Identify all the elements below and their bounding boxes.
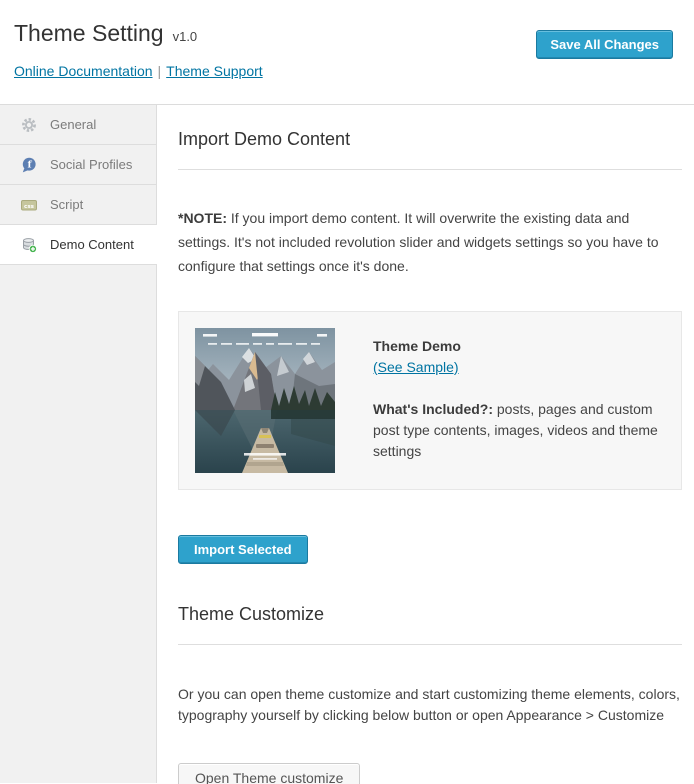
open-theme-customize-button[interactable]: Open Theme customize xyxy=(178,763,360,784)
see-sample-link[interactable]: (See Sample) xyxy=(373,359,459,375)
import-demo-content-heading: Import Demo Content xyxy=(178,129,682,150)
theme-support-link[interactable]: Theme Support xyxy=(166,63,263,79)
theme-demo-panel: Theme Demo (See Sample) What's Included?… xyxy=(178,311,682,490)
sidebar-item-script[interactable]: css Script xyxy=(0,185,156,225)
page-header: Theme Setting v1.0 Save All Changes Onli… xyxy=(0,0,694,105)
sidebar-item-label: Demo Content xyxy=(50,237,134,252)
theme-customize-heading: Theme Customize xyxy=(178,604,682,625)
gear-icon xyxy=(21,117,37,133)
link-separator: | xyxy=(158,63,162,79)
version-label: v1.0 xyxy=(173,29,198,44)
save-all-changes-button[interactable]: Save All Changes xyxy=(536,30,673,59)
settings-content: Import Demo Content *NOTE: If you import… xyxy=(157,105,694,783)
note-text: If you import demo content. It will over… xyxy=(178,210,659,274)
theme-demo-info: Theme Demo (See Sample) What's Included?… xyxy=(373,328,665,473)
note-label: *NOTE: xyxy=(178,210,227,226)
sidebar-item-demo-content[interactable]: Demo Content xyxy=(0,225,157,265)
page-title: Theme Setting xyxy=(14,20,164,47)
theme-demo-title: Theme Demo xyxy=(373,336,665,357)
sidebar-item-label: Script xyxy=(50,197,83,212)
import-selected-button[interactable]: Import Selected xyxy=(178,535,308,564)
section-divider xyxy=(178,644,682,645)
whats-included: What's Included?: posts, pages and custo… xyxy=(373,399,665,462)
whats-included-label: What's Included?: xyxy=(373,401,493,417)
css-badge-icon: css xyxy=(21,197,37,213)
customize-description: Or you can open theme customize and star… xyxy=(178,684,682,726)
settings-sidebar: General f Social Profiles css Script xyxy=(0,105,157,783)
sidebar-item-label: Social Profiles xyxy=(50,157,132,172)
sidebar-item-general[interactable]: General xyxy=(0,105,156,145)
facebook-comment-icon: f xyxy=(21,157,37,173)
theme-demo-thumbnail xyxy=(195,328,335,473)
online-documentation-link[interactable]: Online Documentation xyxy=(14,63,153,79)
import-note: *NOTE: If you import demo content. It wi… xyxy=(178,206,682,278)
section-divider xyxy=(178,169,682,170)
sidebar-item-label: General xyxy=(50,117,96,132)
sidebar-item-social-profiles[interactable]: f Social Profiles xyxy=(0,145,156,185)
database-add-icon xyxy=(21,237,37,253)
svg-text:css: css xyxy=(24,203,35,209)
